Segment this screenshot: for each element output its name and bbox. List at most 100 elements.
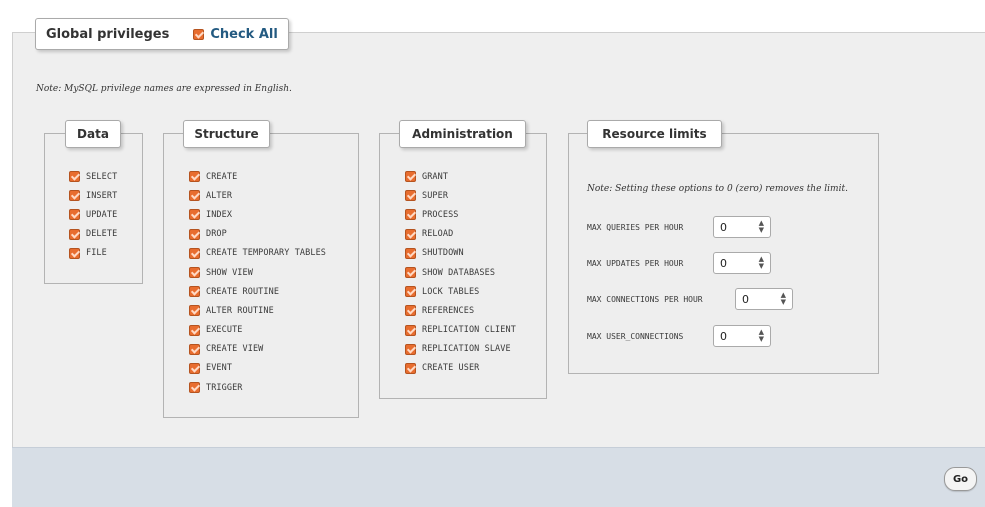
check-all-checkbox[interactable] — [193, 28, 205, 40]
privilege-checkbox[interactable] — [405, 190, 416, 202]
max-queries-input[interactable]: 0 ▲ ▼ — [713, 216, 771, 238]
privilege-checkbox[interactable] — [189, 190, 200, 202]
privilege-label: CREATE — [206, 171, 238, 182]
administration-legend-title: Administration — [412, 127, 513, 141]
max-connections-row: MAX CONNECTIONS PER HOUR 0 ▲ ▼ — [587, 288, 793, 310]
privilege-checkbox[interactable] — [189, 324, 200, 336]
privilege-checkbox[interactable] — [405, 228, 416, 240]
privilege-checkbox[interactable] — [69, 171, 80, 183]
privilege-label: EXECUTE — [206, 325, 243, 336]
privilege-label: UPDATE — [86, 209, 118, 220]
privilege-label: CREATE TEMPORARY TABLES — [206, 248, 327, 259]
privilege-item[interactable]: CREATE TEMPORARY TABLES — [189, 244, 326, 263]
max-updates-row: MAX UPDATES PER HOUR 0 ▲ ▼ — [587, 252, 771, 274]
administration-privileges-list: GRANT SUPER PROCESS RELOAD SHUTDOWN SHOW… — [405, 167, 516, 378]
privilege-checkbox[interactable] — [405, 324, 416, 336]
privilege-label: SHUTDOWN — [422, 248, 464, 259]
privilege-checkbox[interactable] — [405, 209, 416, 221]
privilege-checkbox[interactable] — [189, 286, 200, 298]
global-privileges-legend: Global privileges Check All — [35, 18, 289, 50]
max-user-connections-input[interactable]: 0 ▲ ▼ — [713, 325, 771, 347]
privilege-item[interactable]: SHUTDOWN — [405, 244, 516, 263]
resource-limits-legend: Resource limits — [587, 120, 722, 148]
privilege-item[interactable]: REFERENCES — [405, 301, 516, 320]
privilege-checkbox[interactable] — [189, 343, 200, 355]
privilege-item[interactable]: CREATE ROUTINE — [189, 282, 326, 301]
form-footer — [12, 447, 985, 507]
spinner-arrows-icon[interactable]: ▲ ▼ — [759, 220, 764, 234]
privilege-label: INDEX — [206, 209, 233, 220]
privilege-checkbox[interactable] — [189, 228, 200, 240]
privilege-checkbox[interactable] — [405, 171, 416, 183]
max-user-connections-value: 0 — [720, 329, 727, 343]
privilege-item[interactable]: FILE — [69, 244, 117, 263]
spinner-arrows-icon[interactable]: ▲ ▼ — [781, 292, 786, 306]
privilege-item[interactable]: SHOW VIEW — [189, 263, 326, 282]
privilege-item[interactable]: PROCESS — [405, 205, 516, 224]
privilege-item[interactable]: EVENT — [189, 359, 326, 378]
privilege-item[interactable]: DELETE — [69, 225, 117, 244]
privilege-item[interactable]: INDEX — [189, 205, 326, 224]
max-connections-label: MAX CONNECTIONS PER HOUR — [587, 294, 703, 304]
privilege-item[interactable]: TRIGGER — [189, 378, 326, 397]
privilege-checkbox[interactable] — [69, 247, 80, 259]
privilege-label: CREATE ROUTINE — [206, 286, 280, 297]
resource-limits-legend-title: Resource limits — [602, 127, 707, 141]
privilege-checkbox[interactable] — [405, 343, 416, 355]
privilege-label: SELECT — [86, 171, 118, 182]
data-privileges-list: SELECT INSERT UPDATE DELETE FILE — [69, 167, 117, 263]
privilege-checkbox[interactable] — [189, 171, 200, 183]
privilege-item[interactable]: SUPER — [405, 186, 516, 205]
max-queries-label: MAX QUERIES PER HOUR — [587, 222, 684, 232]
go-button[interactable]: Go — [944, 467, 977, 491]
spinner-arrows-icon[interactable]: ▲ ▼ — [759, 329, 764, 343]
privilege-item[interactable]: CREATE VIEW — [189, 340, 326, 359]
privilege-item[interactable]: CREATE USER — [405, 359, 516, 378]
privilege-checkbox[interactable] — [69, 228, 80, 240]
privilege-item[interactable]: SHOW DATABASES — [405, 263, 516, 282]
privilege-item[interactable]: EXECUTE — [189, 321, 326, 340]
global-privileges-title: Global privileges — [46, 26, 170, 42]
privilege-item[interactable]: REPLICATION CLIENT — [405, 321, 516, 340]
privilege-item[interactable]: INSERT — [69, 186, 117, 205]
check-all-label[interactable]: Check All — [210, 27, 277, 42]
privilege-item[interactable]: ALTER ROUTINE — [189, 301, 326, 320]
privilege-checkbox[interactable] — [189, 305, 200, 317]
privilege-checkbox[interactable] — [189, 247, 200, 259]
structure-legend: Structure — [183, 120, 270, 148]
max-user-connections-label: MAX USER_CONNECTIONS — [587, 331, 684, 341]
data-legend: Data — [65, 120, 121, 148]
privilege-checkbox[interactable] — [189, 267, 200, 279]
privilege-item[interactable]: REPLICATION SLAVE — [405, 340, 516, 359]
privilege-checkbox[interactable] — [189, 362, 200, 374]
privilege-label: CREATE USER — [422, 363, 480, 374]
privilege-checkbox[interactable] — [405, 286, 416, 298]
privilege-label: PROCESS — [422, 209, 459, 220]
privilege-item[interactable]: LOCK TABLES — [405, 282, 516, 301]
max-connections-input[interactable]: 0 ▲ ▼ — [735, 288, 793, 310]
privilege-label: REFERENCES — [422, 305, 475, 316]
privilege-checkbox[interactable] — [69, 190, 80, 202]
privilege-checkbox[interactable] — [405, 267, 416, 279]
privilege-checkbox[interactable] — [405, 305, 416, 317]
privilege-item[interactable]: DROP — [189, 225, 326, 244]
spinner-arrows-icon[interactable]: ▲ ▼ — [759, 256, 764, 270]
privilege-label: FILE — [86, 248, 107, 259]
privilege-checkbox[interactable] — [405, 247, 416, 259]
check-all-toggle[interactable]: Check All — [193, 27, 278, 42]
privilege-item[interactable]: UPDATE — [69, 205, 117, 224]
max-queries-row: MAX QUERIES PER HOUR 0 ▲ ▼ — [587, 216, 771, 238]
privilege-checkbox[interactable] — [405, 362, 416, 374]
privilege-item[interactable]: RELOAD — [405, 225, 516, 244]
privilege-checkbox[interactable] — [189, 382, 200, 394]
privilege-item[interactable]: GRANT — [405, 167, 516, 186]
privilege-checkbox[interactable] — [69, 209, 80, 221]
max-updates-label: MAX UPDATES PER HOUR — [587, 258, 684, 268]
privilege-checkbox[interactable] — [189, 209, 200, 221]
privilege-item[interactable]: ALTER — [189, 186, 326, 205]
privilege-label: REPLICATION SLAVE — [422, 344, 511, 355]
max-connections-value: 0 — [742, 292, 749, 306]
max-updates-input[interactable]: 0 ▲ ▼ — [713, 252, 771, 274]
privilege-item[interactable]: SELECT — [69, 167, 117, 186]
privilege-item[interactable]: CREATE — [189, 167, 326, 186]
